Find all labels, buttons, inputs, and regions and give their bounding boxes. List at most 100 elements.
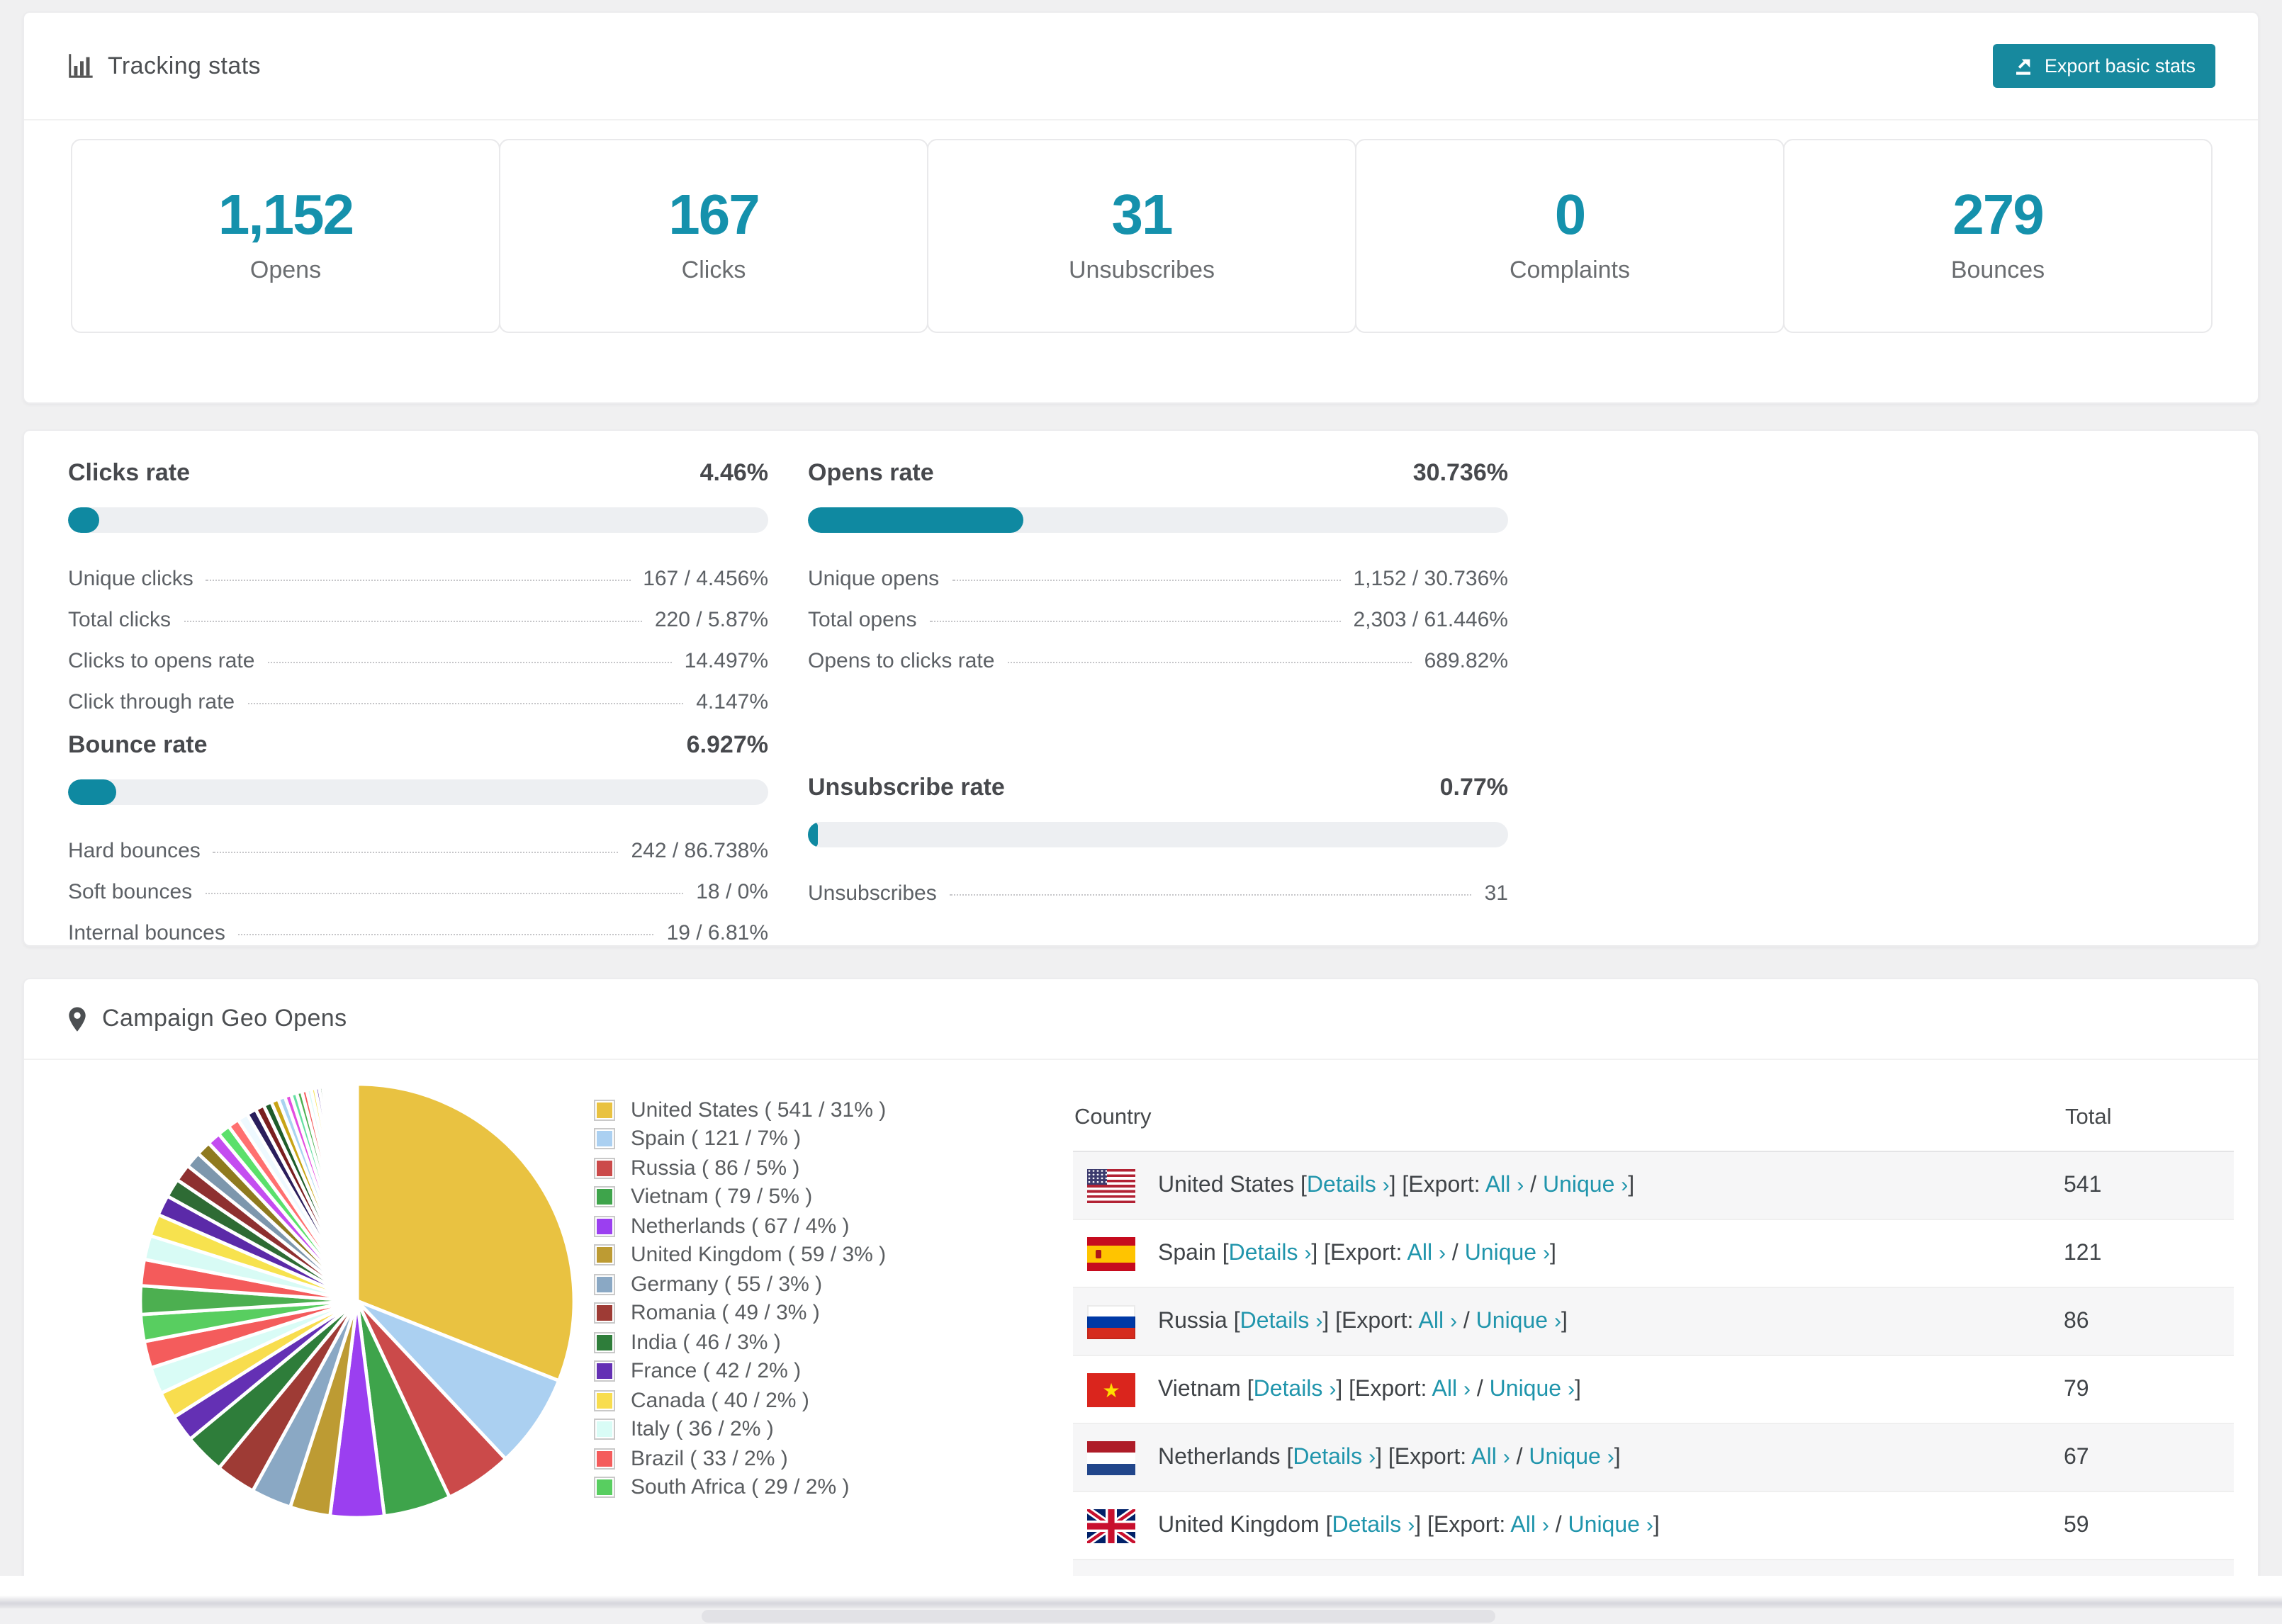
legend-color-swatch xyxy=(594,1099,615,1121)
dashboard-page: Tracking stats Export basic stats 1,152 … xyxy=(0,0,2282,1624)
export-unique-link[interactable]: Unique › xyxy=(1490,1377,1575,1401)
export-all-link[interactable]: All › xyxy=(1407,1241,1446,1265)
legend-item-india: India ( 46 / 3% ) xyxy=(594,1328,1073,1357)
legend-label: Romania ( 49 / 3% ) xyxy=(631,1301,820,1326)
stat-value: 1,152 xyxy=(218,184,354,247)
legend-label: United States ( 541 / 31% ) xyxy=(631,1098,887,1122)
legend-label: Netherlands ( 67 / 4% ) xyxy=(631,1214,850,1239)
export-all-link[interactable]: All › xyxy=(1432,1377,1471,1401)
legend-label: Brazil ( 33 / 2% ) xyxy=(631,1446,788,1471)
details-link[interactable]: Details › xyxy=(1240,1309,1323,1333)
tracking-stats-panel: Tracking stats Export basic stats 1,152 … xyxy=(23,11,2259,404)
stat-box-unsubscribes: 31 Unsubscribes xyxy=(927,139,1356,333)
legend-label: Germany ( 55 / 3% ) xyxy=(631,1272,823,1297)
legend-color-swatch xyxy=(594,1128,615,1150)
country-cell-text: Russia [Details ›] [Export: All › / Uniq… xyxy=(1158,1309,1568,1333)
rate-value: 6.927% xyxy=(686,731,768,758)
horizontal-scrollbar-thumb[interactable] xyxy=(702,1610,1495,1623)
legend-item-vietnam: Vietnam ( 79 / 5% ) xyxy=(594,1183,1073,1212)
export-all-link[interactable]: All › xyxy=(1510,1513,1548,1537)
legend-color-swatch xyxy=(594,1244,615,1266)
legend-label: Italy ( 36 / 2% ) xyxy=(631,1417,774,1442)
stat-label: Clicks xyxy=(681,256,746,283)
country-cell-text: United Kingdom [Details ›] [Export: All … xyxy=(1158,1513,1660,1537)
stat-box-complaints: 0 Complaints xyxy=(1355,139,1784,333)
legend-item-canada: Canada ( 40 / 2% ) xyxy=(594,1386,1073,1415)
rate-stat-line: Opens to clicks rate 689.82% xyxy=(808,649,1508,690)
rate-progress-bar xyxy=(808,822,1508,847)
horizontal-scrollbar-track[interactable] xyxy=(0,1608,2282,1624)
country-column-header: Country xyxy=(1073,1086,2064,1152)
rate-block-unsubscribe-rate: Unsubscribe rate 0.77% Unsubscribes 31 xyxy=(808,774,1508,962)
country-cell-text: Vietnam [Details ›] [Export: All › / Uni… xyxy=(1158,1377,1581,1401)
rate-stat-label: Total opens xyxy=(808,608,917,632)
rate-block-clicks-rate: Clicks rate 4.46% Unique clicks 167 / 4.… xyxy=(68,459,768,731)
legend-label: India ( 46 / 3% ) xyxy=(631,1330,781,1355)
export-unique-link[interactable]: Unique › xyxy=(1465,1241,1550,1265)
rate-stat-value: 31 xyxy=(1484,881,1508,906)
geo-table-row-vn: ★ Vietnam [Details ›] [Export: All › / Un… xyxy=(1073,1355,2234,1424)
legend-color-swatch xyxy=(594,1360,615,1382)
dotted-leader xyxy=(206,580,631,581)
total-cell: 79 xyxy=(2064,1355,2234,1424)
rate-stat-value: 689.82% xyxy=(1424,649,1508,673)
details-link[interactable]: Details › xyxy=(1307,1173,1390,1197)
details-link[interactable]: Details › xyxy=(1229,1241,1312,1265)
panel-bottom-shadow xyxy=(0,1596,2282,1608)
geo-table: Country Total United States [Details ›] … xyxy=(1073,1086,2234,1624)
export-unique-link[interactable]: Unique › xyxy=(1543,1173,1628,1197)
rate-stat-line: Total opens 2,303 / 61.446% xyxy=(808,608,1508,649)
export-basic-stats-button[interactable]: Export basic stats xyxy=(1993,44,2215,88)
legend-item-spain: Spain ( 121 / 7% ) xyxy=(594,1124,1073,1154)
flag-vn: ★ xyxy=(1087,1372,1135,1406)
legend-label: Spain ( 121 / 7% ) xyxy=(631,1127,802,1151)
flag-nl xyxy=(1087,1440,1135,1474)
stat-value: 167 xyxy=(668,184,760,247)
dotted-leader xyxy=(184,621,642,622)
rate-stat-line: Unique opens 1,152 / 30.736% xyxy=(808,567,1508,608)
geo-table-row-us: United States [Details ›] [Export: All ›… xyxy=(1073,1151,2234,1220)
rate-stat-label: Total clicks xyxy=(68,608,172,632)
total-cell: 121 xyxy=(2064,1219,2234,1288)
geo-legend: United States ( 541 / 31% ) Spain ( 121 … xyxy=(594,1060,1073,1624)
rate-value: 30.736% xyxy=(1412,459,1508,486)
legend-item-france: France ( 42 / 2% ) xyxy=(594,1357,1073,1386)
details-link[interactable]: Details › xyxy=(1293,1445,1376,1469)
rate-stat-line: Clicks to opens rate 14.497% xyxy=(68,649,768,690)
export-all-link[interactable]: All › xyxy=(1471,1445,1510,1469)
export-unique-link[interactable]: Unique › xyxy=(1476,1309,1561,1333)
export-unique-link[interactable]: Unique › xyxy=(1568,1513,1653,1537)
details-link[interactable]: Details › xyxy=(1332,1513,1415,1537)
legend-color-swatch xyxy=(594,1477,615,1499)
legend-color-swatch xyxy=(594,1389,615,1411)
legend-color-swatch xyxy=(594,1157,615,1179)
rate-progress-bar xyxy=(68,507,768,533)
tracking-stats-header: Tracking stats Export basic stats xyxy=(24,13,2258,120)
legend-label: South Africa ( 29 / 2% ) xyxy=(631,1475,850,1500)
stat-value: 279 xyxy=(1952,184,2044,247)
rate-stat-value: 2,303 / 61.446% xyxy=(1353,608,1508,632)
rate-stat-label: Clicks to opens rate xyxy=(68,649,255,673)
country-cell-text: Spain [Details ›] [Export: All › / Uniqu… xyxy=(1158,1241,1556,1265)
export-all-link[interactable]: All › xyxy=(1485,1173,1524,1197)
rate-stat-label: Unique opens xyxy=(808,567,940,591)
stat-label: Complaints xyxy=(1509,256,1631,283)
legend-item-germany: Germany ( 55 / 3% ) xyxy=(594,1270,1073,1299)
legend-item-brazil: Brazil ( 33 / 2% ) xyxy=(594,1444,1073,1473)
dotted-leader xyxy=(929,621,1341,622)
geo-table-row-gb: United Kingdom [Details ›] [Export: All … xyxy=(1073,1492,2234,1560)
export-unique-link[interactable]: Unique › xyxy=(1529,1445,1614,1469)
rate-stat-value: 14.497% xyxy=(684,649,768,673)
legend-color-swatch xyxy=(594,1419,615,1440)
export-all-link[interactable]: All › xyxy=(1419,1309,1457,1333)
dotted-leader xyxy=(247,703,684,704)
details-link[interactable]: Details › xyxy=(1254,1377,1337,1401)
rate-title: Bounce rate xyxy=(68,731,208,758)
total-cell: 86 xyxy=(2064,1287,2234,1356)
legend-label: Vietnam ( 79 / 5% ) xyxy=(631,1185,813,1209)
pie-slice xyxy=(354,1082,359,1302)
dotted-leader xyxy=(1007,662,1412,663)
geo-table-row-nl: Netherlands [Details ›] [Export: All › /… xyxy=(1073,1423,2234,1492)
rate-progress-bar xyxy=(808,507,1508,533)
legend-color-swatch xyxy=(594,1448,615,1470)
